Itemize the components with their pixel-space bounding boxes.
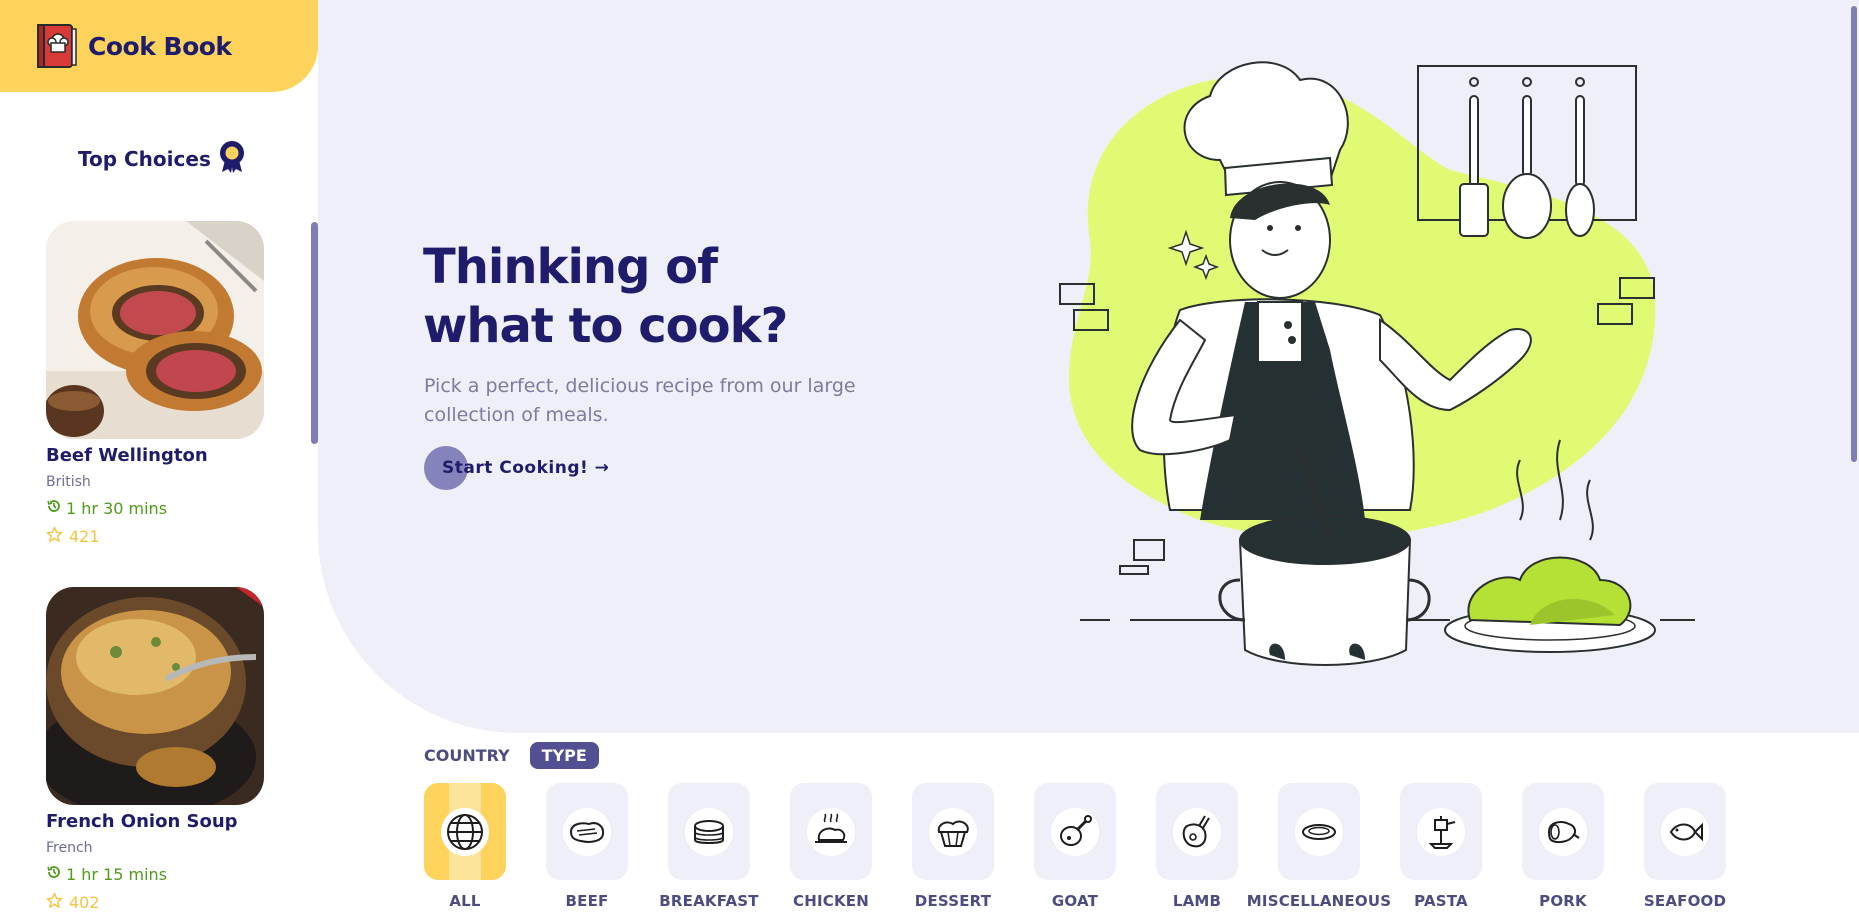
recipe-rating: 402 [46,892,266,913]
cupcake-icon [929,807,977,856]
category-tile[interactable] [1644,783,1726,880]
category-label: LAMB [1172,892,1222,910]
recipe-rating-value: 421 [69,527,100,546]
category-tile[interactable] [912,783,994,880]
recipe-rating: 421 [46,526,266,547]
recipe-time-label: 1 hr 30 mins [66,498,168,518]
ham-icon [1539,807,1587,856]
category-tile[interactable] [424,783,506,880]
french-onion-soup-image[interactable] [46,587,264,805]
filter-tabs: COUNTRY TYPE [424,742,599,769]
tab-country[interactable]: COUNTRY [424,742,510,769]
category-tile[interactable] [668,783,750,880]
category-beef[interactable]: BEEF [546,783,628,910]
hero-title-line2: what to cook? [423,298,788,354]
fish-icon [1661,807,1709,856]
category-tile[interactable] [1400,783,1482,880]
category-tile[interactable] [1034,783,1116,880]
category-label: DESSERT [914,892,992,910]
steak-icon [563,807,611,856]
recipe-time: 1 hr 30 mins [46,498,266,518]
star-icon [46,526,63,547]
pancakes-icon [685,807,733,856]
roast-chicken-icon [807,807,855,856]
recipe-name[interactable]: French Onion Soup [46,811,266,832]
category-pasta[interactable]: PASTA [1400,783,1482,910]
hero-title: Thinking of what to cook? [423,238,788,356]
beef-wellington-image[interactable] [46,221,264,439]
recipe-card[interactable]: Beef Wellington British 1 hr 30 mins 421 [46,221,266,547]
cookbook-icon [34,24,78,68]
category-label: PASTA [1414,892,1468,910]
main-scrollbar[interactable] [1851,6,1857,462]
category-label: ALL [449,892,481,910]
category-label: CHICKEN [793,892,869,910]
recipe-rating-value: 402 [69,893,100,912]
category-breakfast[interactable]: BREAKFAST [659,783,759,910]
tab-type[interactable]: TYPE [529,742,599,769]
category-label: MISCELLANEOUS [1246,892,1392,910]
top-choices-heading: Top Choices [78,140,245,178]
recipe-country: French [46,840,93,856]
category-label: BREAKFAST [659,892,759,910]
app-title: Cook Book [88,31,232,61]
lamb-chop-icon [1173,807,1221,856]
category-label: BEEF [565,892,609,910]
hero-title-line1: Thinking of [423,239,718,295]
recipe-name[interactable]: Beef Wellington [46,445,266,466]
category-tile[interactable] [1156,783,1238,880]
chef-cooking-illustration [1030,40,1710,680]
pasta-fork-icon [1417,807,1465,856]
category-all[interactable]: ALL [424,783,506,910]
category-label: GOAT [1051,892,1099,910]
history-clock-icon [46,864,62,884]
category-chicken[interactable]: CHICKEN [790,783,872,910]
category-list: ALL BEEF BREAKFAST CHICKEN DESSERT GOAT … [424,783,1726,910]
category-seafood[interactable]: SEAFOOD [1644,783,1726,910]
sidebar: Cook Book Top Choices Beef Wellington Br… [0,0,318,916]
category-label: PORK [1539,892,1587,910]
sidebar-scrollbar[interactable] [311,222,318,444]
plate-icon [1295,807,1343,856]
category-tile[interactable] [790,783,872,880]
app-logo[interactable]: Cook Book [0,0,318,92]
start-cooking-label[interactable]: Start Cooking! → [442,458,609,478]
category-tile[interactable] [1278,783,1360,880]
globe-icon [441,807,489,856]
category-miscellaneous[interactable]: MISCELLANEOUS [1247,783,1391,910]
category-dessert[interactable]: DESSERT [912,783,994,910]
category-pork[interactable]: PORK [1522,783,1604,910]
category-tile[interactable] [546,783,628,880]
drumstick-icon [1051,807,1099,856]
category-lamb[interactable]: LAMB [1156,783,1238,910]
star-icon [46,892,63,913]
category-tile[interactable] [1522,783,1604,880]
recipe-card[interactable]: French Onion Soup French 1 hr 15 mins 40… [46,587,266,913]
history-clock-icon [46,498,62,518]
start-cooking-button[interactable]: Start Cooking! → [424,446,609,490]
recipe-country: British [46,474,91,490]
hero-subtitle: Pick a perfect, delicious recipe from ou… [424,375,856,426]
top-choices-label: Top Choices [78,147,211,171]
category-goat[interactable]: GOAT [1034,783,1116,910]
category-label: SEAFOOD [1643,892,1727,910]
recipe-time: 1 hr 15 mins [46,864,266,884]
award-ribbon-icon [219,140,245,178]
recipe-time-label: 1 hr 15 mins [66,864,168,884]
